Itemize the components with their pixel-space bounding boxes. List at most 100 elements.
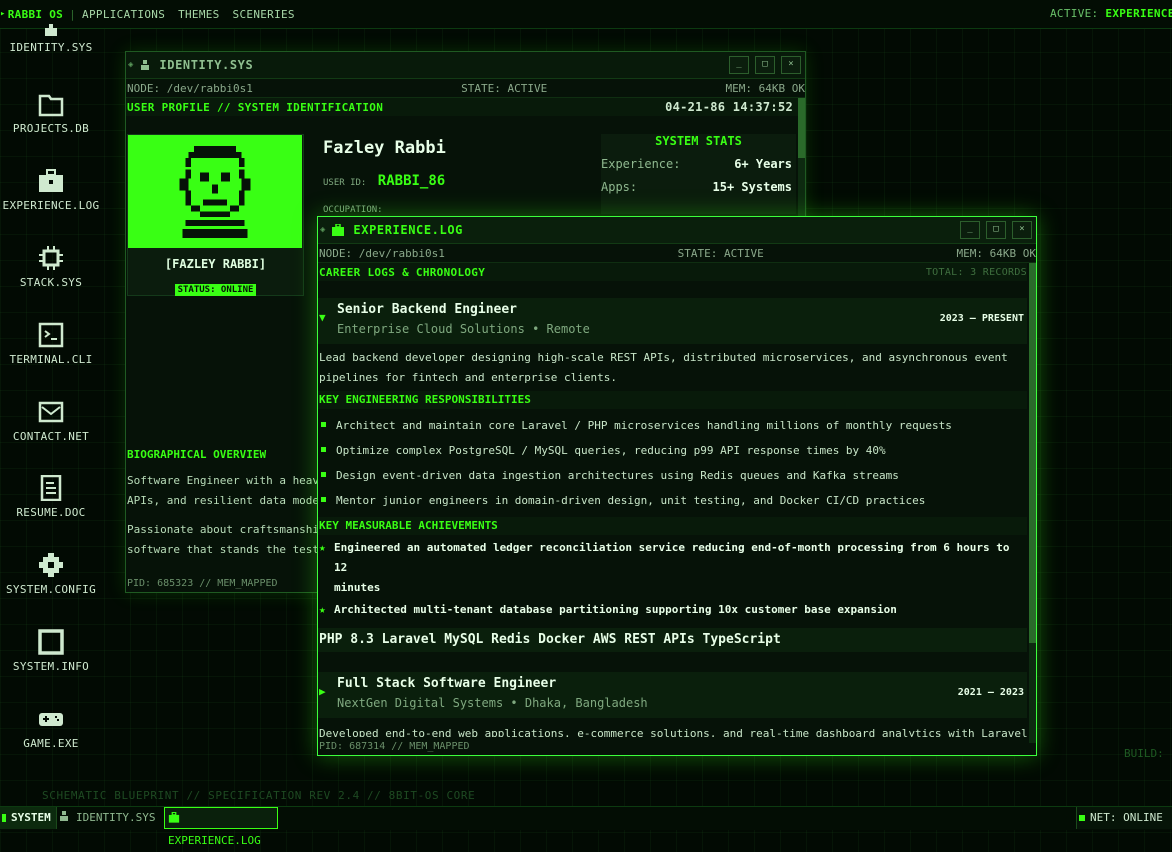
job-summary: Developed end-to-end web applications, e… xyxy=(318,722,1027,737)
user-id-value: RABBI_86 xyxy=(377,173,446,189)
network-label: NET: ONLINE xyxy=(1090,811,1163,824)
user-icon xyxy=(141,60,150,70)
job-dates: 2023 — PRESENT xyxy=(939,313,1024,324)
records-count: TOTAL: 3 RECORDS xyxy=(925,266,1027,278)
desktop-icon-experience[interactable]: EXPERIENCE.LOG xyxy=(1,168,101,212)
experience-window[interactable]: ◈ EXPERIENCE.LOG _ □ × NODE: /dev/rabbi0… xyxy=(317,216,1037,756)
desktop-icon-label: SYSTEM.CONFIG xyxy=(6,583,96,596)
star-icon: ★ xyxy=(319,541,326,554)
start-button[interactable]: SYSTEM xyxy=(0,807,57,829)
profile-name: Fazley Rabbi xyxy=(323,138,446,158)
expand-arrow-icon[interactable]: ▶ xyxy=(319,685,326,698)
list-item-text: Architect and maintain core Laravel / PH… xyxy=(336,419,952,432)
close-button[interactable]: × xyxy=(1012,221,1032,239)
briefcase-icon xyxy=(168,811,180,823)
diamond-icon: ◈ xyxy=(320,225,326,235)
list-item-text: Mentor junior engineers in domain-driven… xyxy=(336,494,926,507)
stats-title: SYSTEM STATS xyxy=(655,134,742,148)
taskbar-item-identity[interactable]: IDENTITY.SYS xyxy=(58,807,155,829)
network-status[interactable]: NET: ONLINE xyxy=(1076,807,1172,829)
minimize-button[interactable]: _ xyxy=(960,221,980,239)
start-icon xyxy=(2,814,6,822)
taskbar-label: IDENTITY.SYS xyxy=(76,811,156,824)
state-text: STATE: ACTIVE xyxy=(677,246,764,260)
scrollbar[interactable] xyxy=(798,98,805,218)
bullet-icon xyxy=(321,497,326,502)
avatar-name: [FAZLEY RABBI] xyxy=(164,257,267,271)
stat-key: Experience: xyxy=(601,157,681,171)
document-icon xyxy=(40,475,62,501)
menu-sceneries[interactable]: SCENERIES xyxy=(233,8,295,21)
active-window-indicator: ACTIVE: EXPERIENCE.LOG xyxy=(1050,7,1172,20)
close-button[interactable]: × xyxy=(781,56,801,74)
achievement-item: ★ Engineered an automated ledger reconcil… xyxy=(318,538,1027,598)
stat-row: Apps: 15+ Systems xyxy=(601,180,796,194)
id-badge-icon xyxy=(45,24,57,36)
status-badge: STATUS: ONLINE xyxy=(174,284,257,296)
list-item: Optimize complex PostgreSQL / MySQL quer… xyxy=(318,442,1027,459)
star-icon: ★ xyxy=(319,603,326,616)
desktop-icon-info[interactable]: SYSTEM.INFO xyxy=(1,629,101,673)
job-header[interactable]: ▶ Full Stack Software Engineer NextGen D… xyxy=(318,672,1027,718)
taskbar-item-experience[interactable]: EXPERIENCE.LOG xyxy=(164,807,278,847)
job-title: Full Stack Software Engineer xyxy=(337,676,557,691)
top-menu-bar: ▸ RABBI OS | APPLICATIONS THEMES SCENERI… xyxy=(0,0,1172,29)
desktop-icon-identity[interactable]: IDENTITY.SYS xyxy=(1,22,101,54)
window-footer: PID: 685323 // MEM_MAPPED xyxy=(127,578,278,589)
node-text: NODE: /dev/rabbi0s1 xyxy=(127,81,253,95)
info-square-icon xyxy=(38,629,64,655)
chip-icon xyxy=(39,246,63,270)
window-titlebar[interactable]: ◈ EXPERIENCE.LOG _ □ × xyxy=(318,217,1036,244)
minimize-button[interactable]: _ xyxy=(729,56,749,74)
mem-text: MEM: 64KB OK xyxy=(725,81,805,95)
bullet-icon xyxy=(321,447,326,452)
list-item-text: Optimize complex PostgreSQL / MySQL quer… xyxy=(336,444,886,457)
desktop-icon-terminal[interactable]: TERMINAL.CLI xyxy=(1,322,101,366)
desktop-icon-config[interactable]: SYSTEM.CONFIG xyxy=(1,552,101,596)
job-title: Senior Backend Engineer xyxy=(337,302,518,317)
taskbar: SYSTEM IDENTITY.SYS EXPERIENCE.LOG NET: … xyxy=(0,806,1172,847)
start-label: SYSTEM xyxy=(11,811,51,824)
top-menu: APPLICATIONS THEMES SCENERIES xyxy=(82,8,301,21)
achievement-text: minutes xyxy=(334,581,381,594)
desktop-icon-projects[interactable]: PROJECTS.DB xyxy=(1,91,101,135)
menu-themes[interactable]: THEMES xyxy=(178,8,220,21)
bio-line: software that stands the test xyxy=(127,543,320,556)
tech-tags: PHP 8.3 Laravel MySQL Redis Docker AWS R… xyxy=(318,628,1027,652)
active-label: ACTIVE: xyxy=(1050,7,1099,20)
user-icon xyxy=(60,811,68,821)
bio-line: Software Engineer with a heav xyxy=(127,474,320,487)
state-text: STATE: ACTIVE xyxy=(461,81,548,95)
user-id-label: USER ID: xyxy=(323,178,367,188)
job-header[interactable]: ▼ Senior Backend Engineer Enterprise Clo… xyxy=(318,298,1027,344)
bullet-icon xyxy=(321,472,326,477)
menu-applications[interactable]: APPLICATIONS xyxy=(82,8,165,21)
stat-value: 15+ Systems xyxy=(712,180,792,194)
summary-line: Lead backend developer designing high-sc… xyxy=(319,351,1008,364)
bio-title: BIOGRAPHICAL OVERVIEW xyxy=(127,448,267,461)
scrollbar[interactable] xyxy=(1029,263,1036,743)
maximize-button[interactable]: □ xyxy=(986,221,1006,239)
desktop-icon-label: SYSTEM.INFO xyxy=(12,660,90,673)
gear-icon xyxy=(39,553,63,577)
achievement-text: Architected multi-tenant database partit… xyxy=(334,603,897,616)
gamepad-icon xyxy=(39,713,63,726)
occupation-label: OCCUPATION: xyxy=(323,205,383,215)
desktop-icon-game[interactable]: GAME.EXE xyxy=(1,706,101,750)
os-brand[interactable]: RABBI OS xyxy=(8,8,63,21)
expand-arrow-icon[interactable]: ▼ xyxy=(319,311,326,324)
desktop-icon-contact[interactable]: CONTACT.NET xyxy=(1,399,101,443)
section-header: CAREER LOGS & CHRONOLOGY TOTAL: 3 RECORD… xyxy=(318,263,1027,281)
desktop-icon-stack[interactable]: STACK.SYS xyxy=(1,245,101,289)
maximize-button[interactable]: □ xyxy=(755,56,775,74)
briefcase-icon xyxy=(332,224,345,236)
section-title: USER PROFILE // SYSTEM IDENTIFICATION xyxy=(127,100,384,114)
desktop-icon-resume[interactable]: RESUME.DOC xyxy=(1,475,101,519)
briefcase-icon xyxy=(39,169,63,192)
window-titlebar[interactable]: ◈ IDENTITY.SYS _ □ × xyxy=(126,52,805,79)
stat-value: 6+ Years xyxy=(734,157,792,171)
node-text: NODE: /dev/rabbi0s1 xyxy=(319,246,445,260)
bullet-icon xyxy=(321,422,326,427)
list-item: Mentor junior engineers in domain-driven… xyxy=(318,492,1027,509)
mem-text: MEM: 64KB OK xyxy=(956,246,1036,260)
